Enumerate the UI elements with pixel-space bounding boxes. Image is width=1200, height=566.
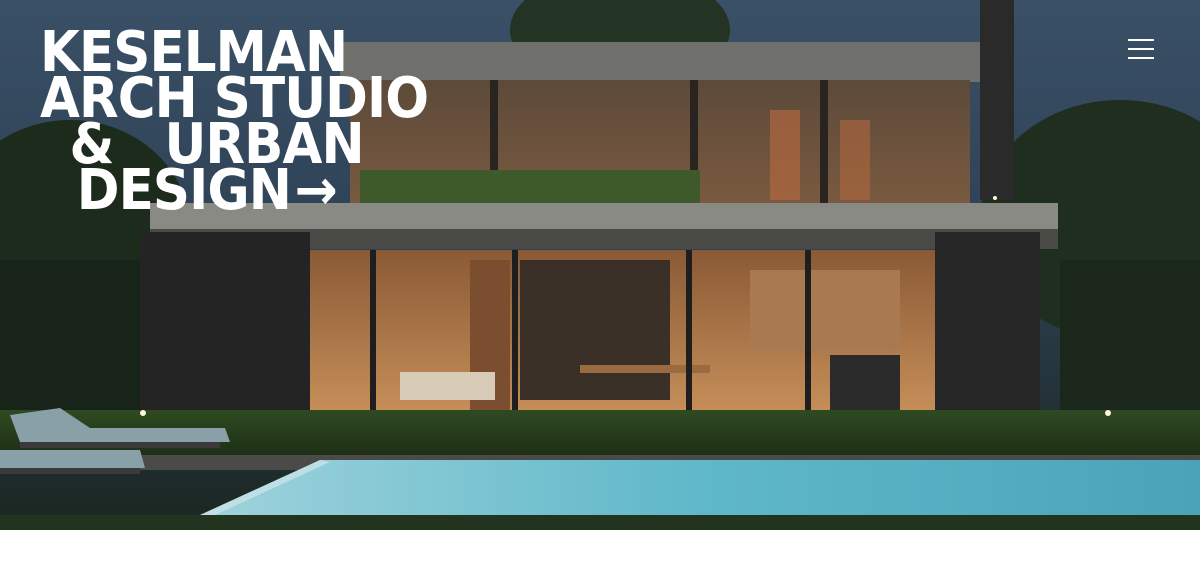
hamburger-icon-bar-bottom (1128, 57, 1154, 59)
brand-line-4: DESIGN→ (40, 158, 428, 223)
brand-logo-link[interactable]: KESELMAN ARCH STUDIO & URBAN DESIGN→ (40, 25, 429, 223)
hamburger-icon-bar-middle (1128, 48, 1154, 50)
arrow-right-icon: → (294, 158, 338, 223)
hero-section: KESELMAN ARCH STUDIO & URBAN DESIGN→ (0, 0, 1200, 530)
brand-line-4-text: DESIGN (76, 158, 292, 223)
hamburger-icon-bar-top (1128, 39, 1154, 41)
page-content-area (0, 530, 1200, 566)
menu-button[interactable] (1126, 38, 1156, 60)
